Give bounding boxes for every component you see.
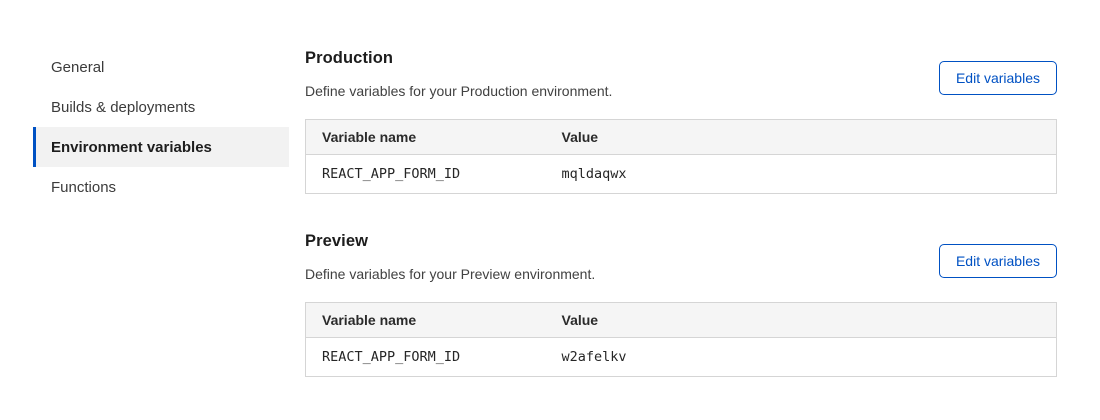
preview-title: Preview	[305, 232, 595, 251]
production-variables-table: Variable name Value REACT_APP_FORM_ID mq…	[305, 119, 1057, 194]
variable-name-cell: REACT_APP_FORM_ID	[306, 155, 546, 194]
settings-page: General Builds & deployments Environment…	[0, 0, 1100, 415]
table-row: REACT_APP_FORM_ID mqldaqwx	[306, 155, 1057, 194]
variable-name-cell: REACT_APP_FORM_ID	[306, 338, 546, 377]
sidebar-item-functions[interactable]: Functions	[38, 167, 289, 207]
variable-name-header: Variable name	[306, 303, 546, 338]
sidebar-item-environment-variables[interactable]: Environment variables	[33, 127, 289, 167]
edit-variables-button-production[interactable]: Edit variables	[939, 61, 1057, 95]
table-row: REACT_APP_FORM_ID w2afelkv	[306, 338, 1057, 377]
table-header-row: Variable name Value	[306, 303, 1057, 338]
sidebar-item-builds-deployments[interactable]: Builds & deployments	[38, 87, 289, 127]
variable-value-cell: w2afelkv	[546, 338, 1057, 377]
settings-sidebar: General Builds & deployments Environment…	[38, 47, 289, 415]
production-title: Production	[305, 49, 612, 68]
preview-description: Define variables for your Preview enviro…	[305, 266, 595, 282]
value-header: Value	[546, 120, 1057, 155]
production-section: Production Define variables for your Pro…	[305, 49, 1057, 194]
sidebar-item-general[interactable]: General	[38, 47, 289, 87]
variable-value-cell: mqldaqwx	[546, 155, 1057, 194]
edit-variables-button-preview[interactable]: Edit variables	[939, 244, 1057, 278]
environment-variables-panel: Production Define variables for your Pro…	[305, 47, 1057, 415]
table-header-row: Variable name Value	[306, 120, 1057, 155]
preview-section: Preview Define variables for your Previe…	[305, 232, 1057, 377]
production-description: Define variables for your Production env…	[305, 83, 612, 99]
value-header: Value	[546, 303, 1057, 338]
variable-name-header: Variable name	[306, 120, 546, 155]
preview-variables-table: Variable name Value REACT_APP_FORM_ID w2…	[305, 302, 1057, 377]
